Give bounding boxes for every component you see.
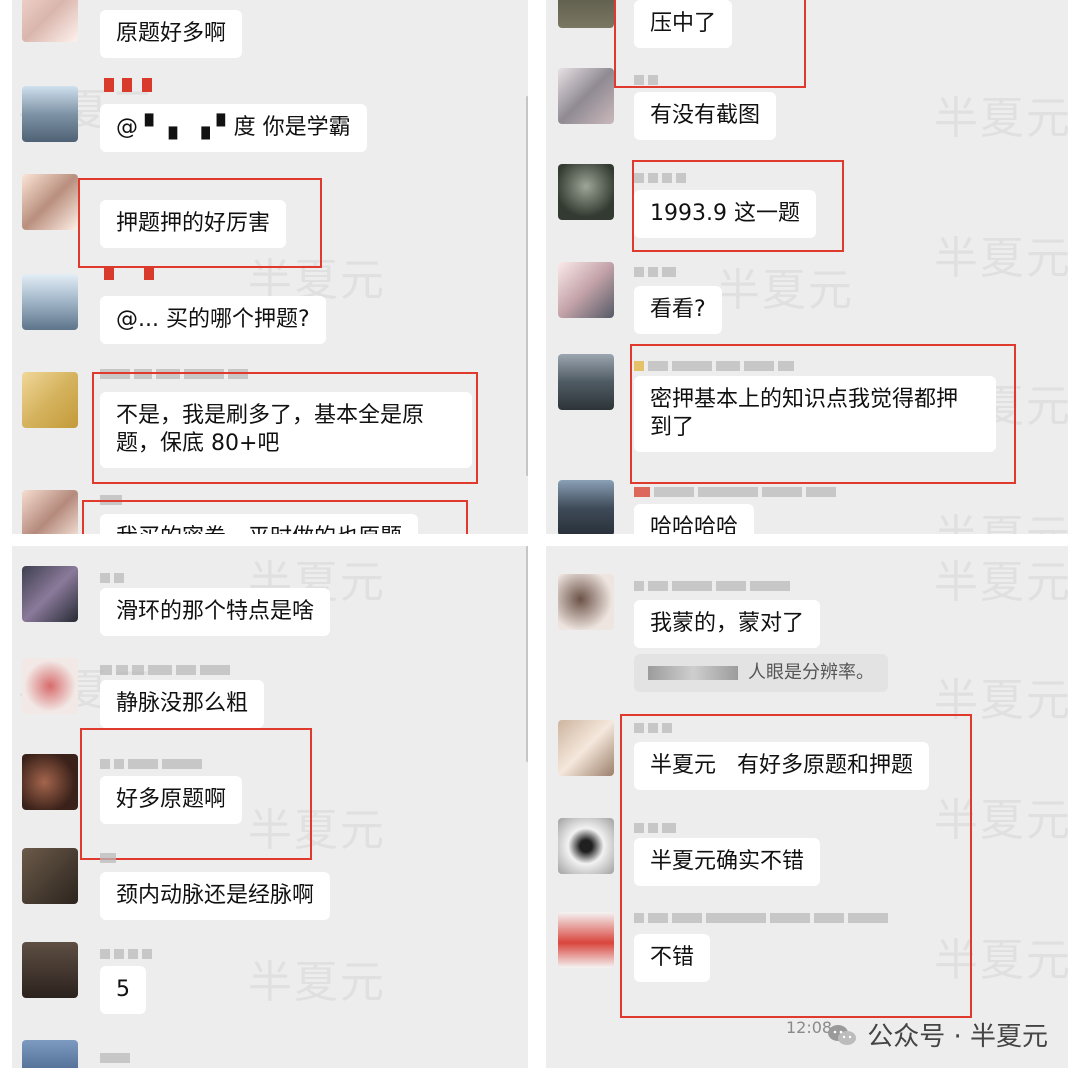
avatar[interactable] xyxy=(22,490,78,534)
avatar[interactable] xyxy=(22,754,78,810)
avatar[interactable] xyxy=(22,372,78,428)
avatar[interactable] xyxy=(22,174,78,230)
avatar[interactable] xyxy=(22,86,78,142)
watermark: 半夏元 xyxy=(934,233,1068,284)
highlight-box xyxy=(632,160,844,252)
avatar[interactable] xyxy=(22,274,78,330)
avatar[interactable] xyxy=(22,942,78,998)
nickname-blurred xyxy=(634,70,662,85)
avatar[interactable] xyxy=(558,68,614,124)
account-watermark: 公众号 · 半夏元 xyxy=(827,1016,1048,1053)
nickname-blurred xyxy=(100,848,120,863)
avatar[interactable] xyxy=(558,164,614,220)
message-bubble: @ ▘ ▖ ▗ ▘度 你是学霸 xyxy=(100,104,367,152)
avatar[interactable] xyxy=(558,720,614,776)
highlight-box xyxy=(80,728,312,860)
message-bubble: 看看? xyxy=(634,286,722,334)
message-bubble: 有没有截图 xyxy=(634,92,777,140)
highlight-box xyxy=(630,344,1016,484)
red-mark xyxy=(104,266,114,280)
highlight-box xyxy=(82,500,468,534)
avatar[interactable] xyxy=(558,480,614,534)
chat-panel-bottom-left[interactable]: 半夏元 半夏元 半夏元 半夏元 滑环的那个特点是啥 静脉没那么粗 好多原题啊 颈… xyxy=(12,546,528,1068)
avatar[interactable] xyxy=(558,818,614,874)
avatar[interactable] xyxy=(558,912,614,968)
highlight-box xyxy=(620,714,972,1018)
message-bubble: 我蒙的，蒙对了 xyxy=(634,600,821,648)
chat-panel-top-right[interactable]: 半夏元 半夏元 半夏元 半夏元 半夏元 压中了 有没有截图 1993.9 这一题… xyxy=(546,0,1068,534)
scrollbar[interactable] xyxy=(526,546,528,762)
nickname-blurred xyxy=(100,944,156,959)
avatar[interactable] xyxy=(22,848,78,904)
timestamp: 12:08 xyxy=(786,1018,833,1037)
red-mark xyxy=(142,78,152,92)
red-mark xyxy=(144,266,154,280)
highlight-box xyxy=(78,178,322,268)
red-mark xyxy=(104,78,114,92)
quoted-sender-blurred xyxy=(648,666,738,680)
message-bubble: 颈内动脉还是经脉啊 xyxy=(100,872,331,920)
quoted-message: 人眼是分辨率。 xyxy=(634,654,888,692)
message-bubble: 5 xyxy=(100,966,146,1014)
avatar[interactable] xyxy=(558,262,614,318)
avatar[interactable] xyxy=(558,0,614,28)
wechat-icon xyxy=(827,1023,857,1047)
avatar[interactable] xyxy=(558,574,614,630)
message-bubble: 原题好多啊 xyxy=(100,10,243,58)
watermark: 半夏元 xyxy=(934,557,1068,608)
nickname-blurred xyxy=(100,1048,134,1063)
nickname-blurred xyxy=(100,568,128,583)
message-bubble: 滑环的那个特点是啥 xyxy=(100,588,331,636)
watermark: 半夏元 xyxy=(934,500,1068,534)
chat-panel-top-left[interactable]: 半夏元 半夏元 半夏元 原题好多啊 @ ▘ ▖ ▗ ▘度 你是学霸 押题押的好厉… xyxy=(12,0,528,534)
message-bubble: 静脉没那么粗 xyxy=(100,680,265,728)
message-bubble: @... 买的哪个押题? xyxy=(100,296,326,344)
nickname-blurred xyxy=(634,482,840,497)
watermark: 半夏元 xyxy=(716,265,854,316)
nickname-blurred xyxy=(634,576,794,591)
message-bubble: 哈哈哈哈 xyxy=(634,504,755,534)
scrollbar[interactable] xyxy=(526,96,528,476)
nickname-blurred xyxy=(100,660,234,675)
watermark: 半夏元 xyxy=(248,957,386,1008)
highlight-box xyxy=(92,372,478,484)
account-label: 公众号 · 半夏元 xyxy=(867,1022,1048,1052)
avatar[interactable] xyxy=(558,354,614,410)
red-mark xyxy=(122,78,132,92)
nickname-blurred xyxy=(634,262,680,277)
avatar[interactable] xyxy=(22,566,78,622)
avatar[interactable] xyxy=(22,0,78,42)
watermark: 半夏元 xyxy=(934,93,1068,144)
avatar[interactable] xyxy=(22,658,78,714)
avatar[interactable] xyxy=(22,1040,78,1068)
chat-panel-bottom-right[interactable]: 半夏元 半夏元 半夏元 半夏元 我蒙的，蒙对了 人眼是分辨率。 半夏元 有好多原… xyxy=(546,546,1068,1068)
